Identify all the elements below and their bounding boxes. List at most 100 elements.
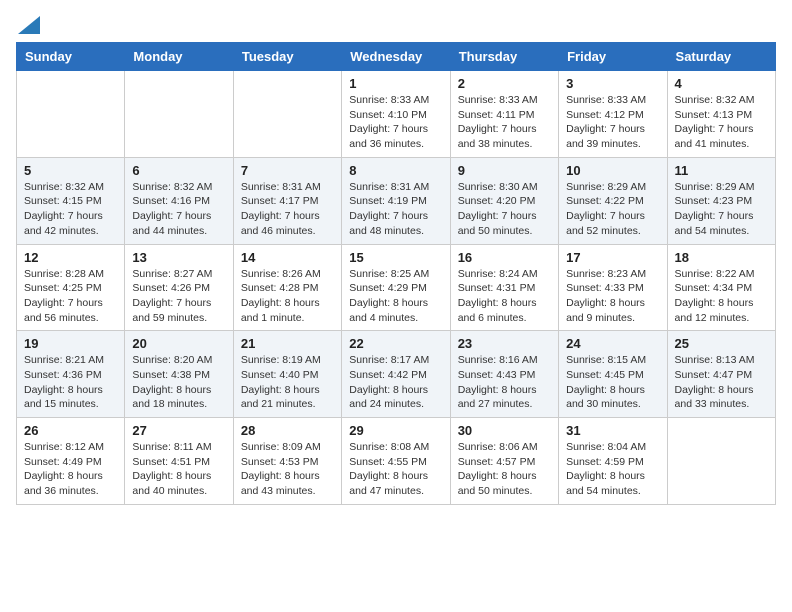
calendar-day-cell xyxy=(667,418,775,505)
day-number: 21 xyxy=(241,336,334,351)
calendar-day-cell: 6 Sunrise: 8:32 AM Sunset: 4:16 PM Daylig… xyxy=(125,157,233,244)
day-number: 8 xyxy=(349,163,442,178)
day-info: Sunrise: 8:12 AM Sunset: 4:49 PM Dayligh… xyxy=(24,440,117,499)
day-info: Sunrise: 8:27 AM Sunset: 4:26 PM Dayligh… xyxy=(132,267,225,326)
calendar-week-row: 12Sunrise: 8:28 AM Sunset: 4:25 PM Dayli… xyxy=(17,244,776,331)
day-info: Sunrise: 8:30 AM Sunset: 4:20 PM Dayligh… xyxy=(458,180,551,239)
weekday-header: Tuesday xyxy=(233,43,341,71)
calendar-day-cell: 20 Sunrise: 8:20 AM Sunset: 4:38 PM Dayli… xyxy=(125,331,233,418)
day-number: 17 xyxy=(566,250,659,265)
calendar-day-cell: 11Sunrise: 8:29 AM Sunset: 4:23 PM Dayli… xyxy=(667,157,775,244)
day-info: Sunrise: 8:20 AM Sunset: 4:38 PM Dayligh… xyxy=(132,353,225,412)
day-info: Sunrise: 8:16 AM Sunset: 4:43 PM Dayligh… xyxy=(458,353,551,412)
day-info: Sunrise: 8:09 AM Sunset: 4:53 PM Dayligh… xyxy=(241,440,334,499)
day-info: Sunrise: 8:31 AM Sunset: 4:17 PM Dayligh… xyxy=(241,180,334,239)
day-number: 29 xyxy=(349,423,442,438)
day-number: 1 xyxy=(349,76,442,91)
day-info: Sunrise: 8:32 AM Sunset: 4:15 PM Dayligh… xyxy=(24,180,117,239)
weekday-header: Thursday xyxy=(450,43,558,71)
day-info: Sunrise: 8:33 AM Sunset: 4:12 PM Dayligh… xyxy=(566,93,659,152)
weekday-header: Saturday xyxy=(667,43,775,71)
calendar-day-cell: 21 Sunrise: 8:19 AM Sunset: 4:40 PM Dayli… xyxy=(233,331,341,418)
calendar-day-cell: 22 Sunrise: 8:17 AM Sunset: 4:42 PM Dayli… xyxy=(342,331,450,418)
day-info: Sunrise: 8:28 AM Sunset: 4:25 PM Dayligh… xyxy=(24,267,117,326)
day-info: Sunrise: 8:33 AM Sunset: 4:11 PM Dayligh… xyxy=(458,93,551,152)
day-number: 31 xyxy=(566,423,659,438)
day-info: Sunrise: 8:04 AM Sunset: 4:59 PM Dayligh… xyxy=(566,440,659,499)
day-info: Sunrise: 8:15 AM Sunset: 4:45 PM Dayligh… xyxy=(566,353,659,412)
day-number: 28 xyxy=(241,423,334,438)
day-info: Sunrise: 8:32 AM Sunset: 4:16 PM Dayligh… xyxy=(132,180,225,239)
day-number: 30 xyxy=(458,423,551,438)
day-info: Sunrise: 8:19 AM Sunset: 4:40 PM Dayligh… xyxy=(241,353,334,412)
day-number: 16 xyxy=(458,250,551,265)
calendar-week-row: 5 Sunrise: 8:32 AM Sunset: 4:15 PM Daylig… xyxy=(17,157,776,244)
calendar-day-cell: 9 Sunrise: 8:30 AM Sunset: 4:20 PM Daylig… xyxy=(450,157,558,244)
calendar-day-cell: 5 Sunrise: 8:32 AM Sunset: 4:15 PM Daylig… xyxy=(17,157,125,244)
day-info: Sunrise: 8:13 AM Sunset: 4:47 PM Dayligh… xyxy=(675,353,768,412)
weekday-header: Wednesday xyxy=(342,43,450,71)
calendar-header-row: SundayMondayTuesdayWednesdayThursdayFrid… xyxy=(17,43,776,71)
calendar-day-cell: 1Sunrise: 8:33 AM Sunset: 4:10 PM Daylig… xyxy=(342,71,450,158)
calendar-day-cell: 28 Sunrise: 8:09 AM Sunset: 4:53 PM Dayli… xyxy=(233,418,341,505)
day-number: 22 xyxy=(349,336,442,351)
calendar-day-cell: 8 Sunrise: 8:31 AM Sunset: 4:19 PM Daylig… xyxy=(342,157,450,244)
day-number: 20 xyxy=(132,336,225,351)
day-number: 6 xyxy=(132,163,225,178)
calendar-day-cell: 29 Sunrise: 8:08 AM Sunset: 4:55 PM Dayli… xyxy=(342,418,450,505)
day-info: Sunrise: 8:22 AM Sunset: 4:34 PM Dayligh… xyxy=(675,267,768,326)
day-number: 2 xyxy=(458,76,551,91)
day-info: Sunrise: 8:23 AM Sunset: 4:33 PM Dayligh… xyxy=(566,267,659,326)
day-info: Sunrise: 8:32 AM Sunset: 4:13 PM Dayligh… xyxy=(675,93,768,152)
calendar-day-cell xyxy=(233,71,341,158)
day-number: 26 xyxy=(24,423,117,438)
calendar-day-cell: 30 Sunrise: 8:06 AM Sunset: 4:57 PM Dayli… xyxy=(450,418,558,505)
calendar-day-cell: 26 Sunrise: 8:12 AM Sunset: 4:49 PM Dayli… xyxy=(17,418,125,505)
day-number: 3 xyxy=(566,76,659,91)
day-number: 19 xyxy=(24,336,117,351)
page-header xyxy=(16,16,776,34)
calendar-week-row: 1Sunrise: 8:33 AM Sunset: 4:10 PM Daylig… xyxy=(17,71,776,158)
day-info: Sunrise: 8:31 AM Sunset: 4:19 PM Dayligh… xyxy=(349,180,442,239)
calendar-day-cell: 24Sunrise: 8:15 AM Sunset: 4:45 PM Dayli… xyxy=(559,331,667,418)
day-number: 10 xyxy=(566,163,659,178)
calendar-week-row: 26 Sunrise: 8:12 AM Sunset: 4:49 PM Dayli… xyxy=(17,418,776,505)
day-number: 18 xyxy=(675,250,768,265)
calendar-day-cell xyxy=(17,71,125,158)
day-info: Sunrise: 8:21 AM Sunset: 4:36 PM Dayligh… xyxy=(24,353,117,412)
day-number: 11 xyxy=(675,163,768,178)
day-info: Sunrise: 8:08 AM Sunset: 4:55 PM Dayligh… xyxy=(349,440,442,499)
calendar-day-cell: 10 Sunrise: 8:29 AM Sunset: 4:22 PM Dayli… xyxy=(559,157,667,244)
day-number: 5 xyxy=(24,163,117,178)
calendar-day-cell: 19 Sunrise: 8:21 AM Sunset: 4:36 PM Dayli… xyxy=(17,331,125,418)
day-number: 7 xyxy=(241,163,334,178)
day-info: Sunrise: 8:29 AM Sunset: 4:22 PM Dayligh… xyxy=(566,180,659,239)
day-info: Sunrise: 8:06 AM Sunset: 4:57 PM Dayligh… xyxy=(458,440,551,499)
calendar-day-cell xyxy=(125,71,233,158)
day-info: Sunrise: 8:24 AM Sunset: 4:31 PM Dayligh… xyxy=(458,267,551,326)
day-number: 14 xyxy=(241,250,334,265)
day-number: 13 xyxy=(132,250,225,265)
calendar-day-cell: 17 Sunrise: 8:23 AM Sunset: 4:33 PM Dayli… xyxy=(559,244,667,331)
calendar-day-cell: 3 Sunrise: 8:33 AM Sunset: 4:12 PM Daylig… xyxy=(559,71,667,158)
calendar-table: SundayMondayTuesdayWednesdayThursdayFrid… xyxy=(16,42,776,505)
calendar-day-cell: 7 Sunrise: 8:31 AM Sunset: 4:17 PM Daylig… xyxy=(233,157,341,244)
calendar-day-cell: 15 Sunrise: 8:25 AM Sunset: 4:29 PM Dayli… xyxy=(342,244,450,331)
day-number: 9 xyxy=(458,163,551,178)
calendar-day-cell: 23 Sunrise: 8:16 AM Sunset: 4:43 PM Dayli… xyxy=(450,331,558,418)
calendar-day-cell: 18 Sunrise: 8:22 AM Sunset: 4:34 PM Dayli… xyxy=(667,244,775,331)
calendar-day-cell: 2 Sunrise: 8:33 AM Sunset: 4:11 PM Daylig… xyxy=(450,71,558,158)
day-number: 25 xyxy=(675,336,768,351)
day-number: 23 xyxy=(458,336,551,351)
day-number: 27 xyxy=(132,423,225,438)
calendar-day-cell: 31 Sunrise: 8:04 AM Sunset: 4:59 PM Dayli… xyxy=(559,418,667,505)
day-info: Sunrise: 8:25 AM Sunset: 4:29 PM Dayligh… xyxy=(349,267,442,326)
day-number: 4 xyxy=(675,76,768,91)
calendar-day-cell: 25 Sunrise: 8:13 AM Sunset: 4:47 PM Dayli… xyxy=(667,331,775,418)
calendar-week-row: 19 Sunrise: 8:21 AM Sunset: 4:36 PM Dayli… xyxy=(17,331,776,418)
day-number: 15 xyxy=(349,250,442,265)
calendar-day-cell: 14Sunrise: 8:26 AM Sunset: 4:28 PM Dayli… xyxy=(233,244,341,331)
day-info: Sunrise: 8:17 AM Sunset: 4:42 PM Dayligh… xyxy=(349,353,442,412)
calendar-day-cell: 4 Sunrise: 8:32 AM Sunset: 4:13 PM Daylig… xyxy=(667,71,775,158)
calendar-day-cell: 13 Sunrise: 8:27 AM Sunset: 4:26 PM Dayli… xyxy=(125,244,233,331)
